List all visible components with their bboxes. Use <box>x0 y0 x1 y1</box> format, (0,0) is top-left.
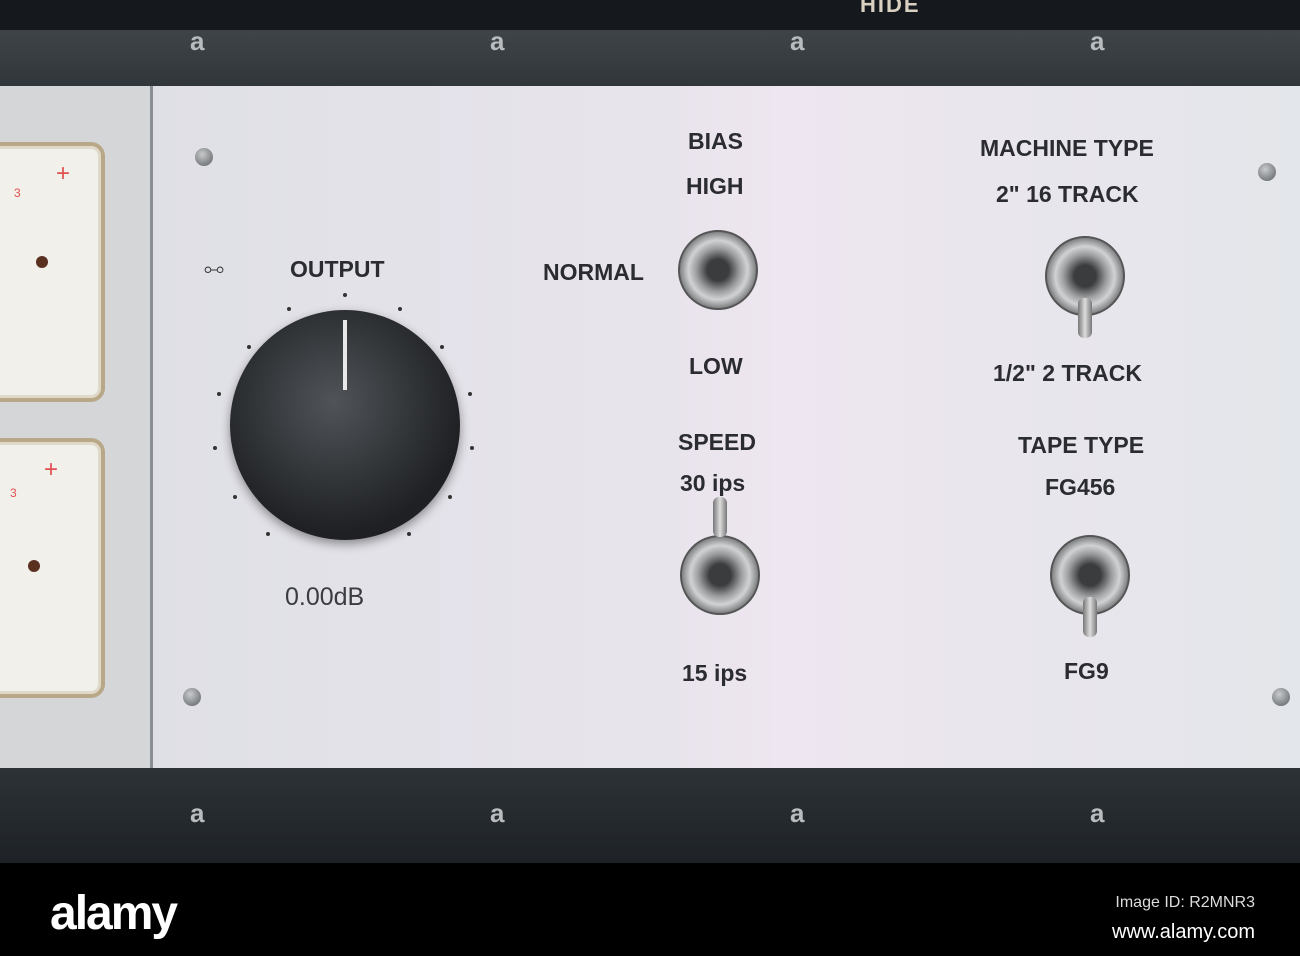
header-title: HIDE <box>860 0 921 17</box>
knob-tick <box>233 495 237 499</box>
meter-section: + 3 + 3 <box>0 86 150 768</box>
bias-high-label: HIGH <box>686 173 744 199</box>
knob-tick <box>398 307 402 311</box>
watermark-mark: a <box>1090 26 1105 56</box>
knob-tick <box>468 392 472 396</box>
alamy-logo: alamy <box>50 887 178 940</box>
knob-tick <box>448 495 452 499</box>
speed-label: SPEED <box>678 429 756 455</box>
image-id: Image ID: R2MNR3 <box>1115 894 1255 911</box>
output-knob[interactable] <box>230 310 460 540</box>
speed-high-label: 30 ips <box>680 470 746 496</box>
knob-tick <box>407 532 411 536</box>
machine-type-toggle-switch[interactable] <box>1045 236 1125 338</box>
watermark-mark: a <box>790 26 805 56</box>
bias-toggle-switch[interactable] <box>678 230 758 310</box>
screw-icon <box>195 148 213 166</box>
meter-pivot <box>36 256 48 268</box>
rack-rail-top: a a a a <box>0 26 1300 86</box>
screw-icon <box>1258 163 1276 181</box>
meter-plus-label: + <box>56 160 71 187</box>
machine-type-label: MACHINE TYPE <box>980 135 1154 161</box>
toggle-lever <box>1078 298 1092 338</box>
tape-type-toggle-switch[interactable] <box>1050 535 1130 637</box>
screw-icon <box>183 688 201 706</box>
knob-tick <box>287 307 291 311</box>
output-value: 0.00dB <box>285 583 365 611</box>
meter-scale-label: 3 <box>14 186 21 200</box>
knob-tick <box>470 446 474 450</box>
meter-pivot <box>28 560 40 572</box>
bias-label: BIAS <box>688 128 743 154</box>
knob-tick <box>217 392 221 396</box>
watermark-footer: alamy Image ID: R2MNR3 www.alamy.com <box>0 866 1300 956</box>
watermark-mark: a <box>190 798 205 828</box>
meter-scale-label: 3 <box>10 486 17 500</box>
watermark-mark: a <box>790 798 805 828</box>
watermark-mark: a <box>190 26 205 56</box>
speed-toggle-switch[interactable] <box>680 497 760 615</box>
knob-tick <box>343 293 347 297</box>
bias-normal-label: NORMAL <box>543 259 644 285</box>
site-url: www.alamy.com <box>1112 921 1255 943</box>
watermark-mark: a <box>490 798 505 828</box>
knob-indicator <box>343 320 347 390</box>
knob-tick <box>266 532 270 536</box>
tape-type-bottom-label: FG9 <box>1064 658 1109 684</box>
toggle-lever <box>713 497 727 537</box>
vu-meter-1: + 3 <box>0 142 105 402</box>
bias-low-label: LOW <box>689 353 743 379</box>
output-label: OUTPUT <box>290 256 385 282</box>
knob-tick <box>247 345 251 349</box>
machine-type-top-label: 2" 16 TRACK <box>996 181 1139 207</box>
link-icon[interactable]: ⧟ <box>204 258 224 281</box>
watermark-mark: a <box>1090 798 1105 828</box>
rack-rail-bottom: a a a a <box>0 768 1300 863</box>
screw-icon <box>1272 688 1290 706</box>
tape-type-top-label: FG456 <box>1045 474 1116 500</box>
speed-low-label: 15 ips <box>682 660 748 686</box>
tape-type-label: TAPE TYPE <box>1018 432 1145 458</box>
meter-plus-label: + <box>44 456 59 483</box>
knob-tick <box>440 345 444 349</box>
machine-type-bottom-label: 1/2" 2 TRACK <box>993 360 1142 386</box>
watermark-mark: a <box>490 26 505 56</box>
toggle-lever <box>1083 597 1097 637</box>
vu-meter-2: + 3 <box>0 438 105 698</box>
knob-tick <box>213 446 217 450</box>
